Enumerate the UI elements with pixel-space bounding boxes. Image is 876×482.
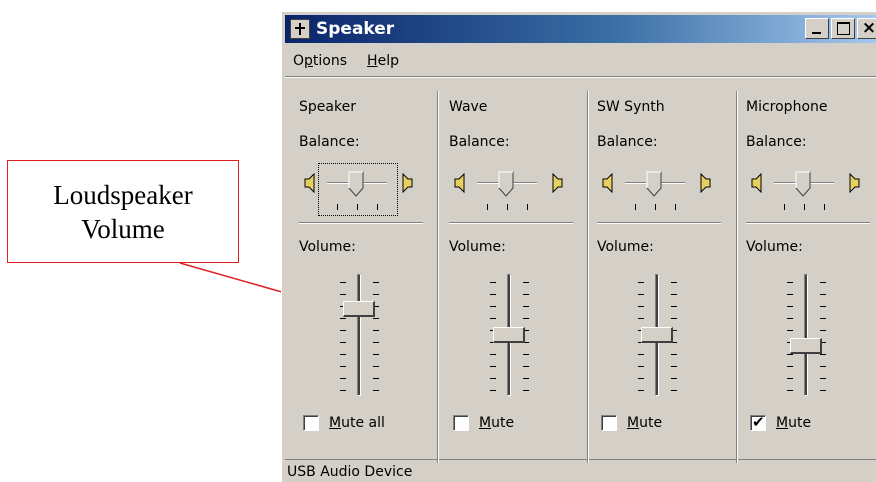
balance-label: Balance: <box>746 134 807 150</box>
speaker-left-icon <box>303 173 317 193</box>
channel-separator <box>299 222 423 224</box>
channel-name: Speaker <box>299 99 356 115</box>
channel-microphone: Microphone Balance: Volume: Mute <box>732 91 876 461</box>
balance-ticks <box>337 204 378 210</box>
balance-slider-thumb[interactable] <box>646 171 662 197</box>
balance-ticks <box>784 204 825 210</box>
mute-control[interactable]: Mute <box>453 415 514 431</box>
balance-ticks <box>487 204 528 210</box>
channel-speaker: Speaker Balance: Volume: Mute all <box>285 91 433 461</box>
balance-slider-thumb[interactable] <box>795 171 811 197</box>
channel-name: SW Synth <box>597 99 665 115</box>
speaker-left-icon <box>750 173 764 193</box>
menu-bar: Options Help <box>285 49 399 73</box>
balance-label: Balance: <box>597 134 658 150</box>
channel-separator <box>746 222 870 224</box>
mute-control[interactable]: Mute all <box>303 415 385 431</box>
menu-help[interactable]: Help <box>367 53 399 69</box>
callout-line-1: Loudspeaker <box>53 179 193 210</box>
mute-checkbox[interactable] <box>601 415 617 431</box>
mute-checkbox[interactable] <box>750 413 766 431</box>
maximize-button[interactable] <box>831 18 855 39</box>
volume-slider-thumb[interactable] <box>641 327 673 343</box>
speaker-right-icon <box>847 173 861 193</box>
balance-ticks <box>635 204 676 210</box>
channel-divider <box>437 91 439 463</box>
close-button[interactable]: × <box>857 18 876 39</box>
volume-slider-track[interactable] <box>357 274 361 396</box>
speaker-left-icon <box>453 173 467 193</box>
speaker-right-icon <box>400 173 414 193</box>
mixer-app-icon <box>290 19 310 39</box>
balance-label: Balance: <box>299 134 360 150</box>
volume-slider-thumb[interactable] <box>493 327 525 343</box>
status-bar: USB Audio Device <box>285 459 876 482</box>
channel-sw-synth: SW Synth Balance: Volume: Mute <box>583 91 731 461</box>
channel-separator <box>449 222 573 224</box>
mute-label[interactable]: Mute <box>776 415 811 431</box>
volume-slider-track[interactable] <box>804 274 808 396</box>
speaker-right-icon <box>550 173 564 193</box>
status-text: USB Audio Device <box>287 464 413 480</box>
volume-label: Volume: <box>597 239 654 255</box>
menu-separator <box>285 76 876 78</box>
speaker-left-icon <box>601 173 615 193</box>
volume-label: Volume: <box>299 239 356 255</box>
mute-checkbox[interactable] <box>303 415 319 431</box>
channel-name: Microphone <box>746 99 828 115</box>
mute-label[interactable]: Mute <box>479 415 514 431</box>
volume-label: Volume: <box>449 239 506 255</box>
mute-label[interactable]: Mute <box>627 415 662 431</box>
callout-line-2: Volume <box>81 213 165 244</box>
volume-slider-thumb[interactable] <box>343 300 375 317</box>
volume-control-window: Speaker × Options Help Speaker Balance: Vo… <box>281 11 876 482</box>
mute-checkbox[interactable] <box>453 415 469 431</box>
volume-slider-thumb[interactable] <box>790 337 822 354</box>
mute-control[interactable]: Mute <box>750 413 811 431</box>
speaker-right-icon <box>698 173 712 193</box>
volume-ticks-left <box>340 282 346 394</box>
channel-name: Wave <box>449 99 488 115</box>
callout-box: Loudspeaker Volume <box>7 160 239 263</box>
channel-divider <box>736 91 738 463</box>
balance-slider-thumb[interactable] <box>498 171 514 197</box>
minimize-button[interactable] <box>805 18 829 39</box>
title-bar[interactable]: Speaker × <box>285 15 876 43</box>
volume-label: Volume: <box>746 239 803 255</box>
channel-wave: Wave Balance: Volume: Mute <box>435 91 583 461</box>
balance-label: Balance: <box>449 134 510 150</box>
channel-separator <box>597 222 721 224</box>
mute-label[interactable]: Mute all <box>329 415 385 431</box>
menu-options[interactable]: Options <box>293 53 347 69</box>
volume-ticks-right <box>373 282 379 394</box>
balance-slider-thumb[interactable] <box>348 171 364 197</box>
mute-control[interactable]: Mute <box>601 415 662 431</box>
channel-divider <box>587 91 589 463</box>
window-title: Speaker <box>316 19 395 39</box>
